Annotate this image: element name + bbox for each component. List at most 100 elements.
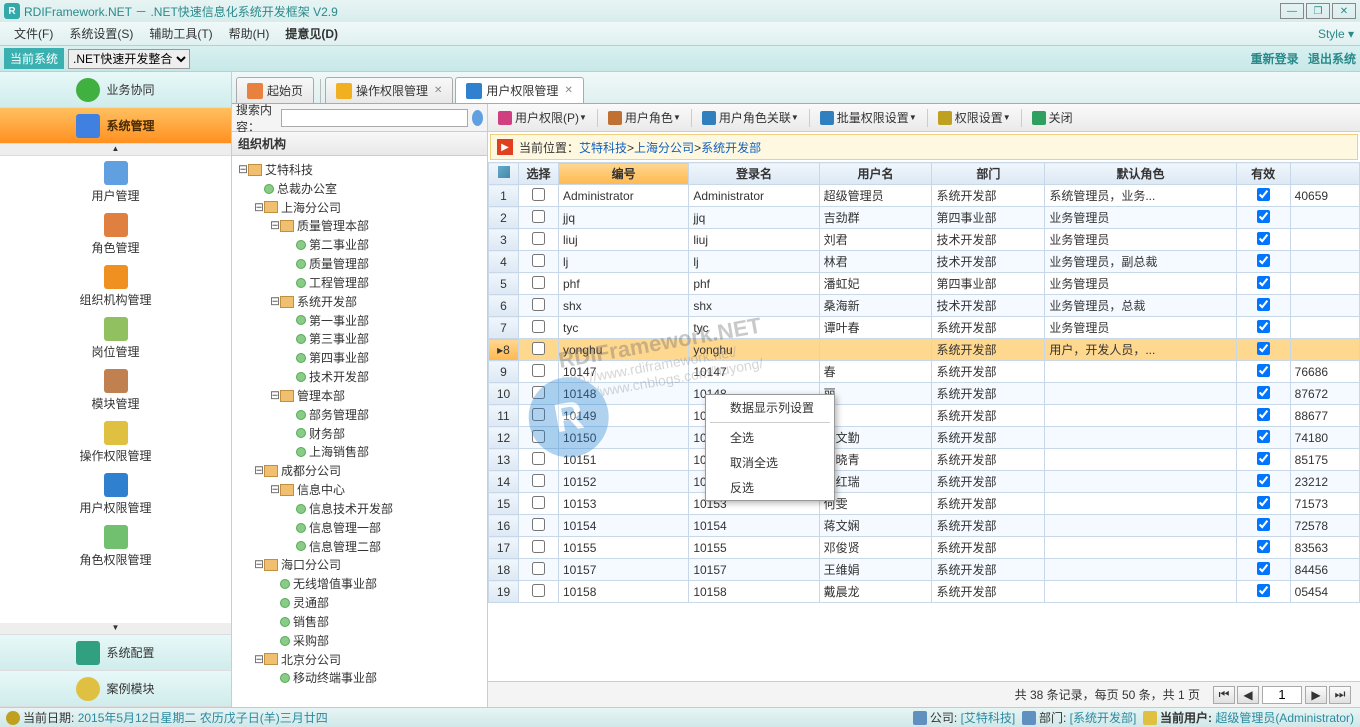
tree-toggle-icon[interactable] xyxy=(286,367,296,385)
grid-header[interactable]: 编号 xyxy=(559,163,689,185)
grid-header[interactable]: 有效 xyxy=(1236,163,1290,185)
table-row[interactable]: 14 10152 10152 李红瑞 系统开发部 23212 xyxy=(489,471,1360,493)
subnav-item[interactable]: 角色管理 xyxy=(0,208,231,260)
tree-toggle-icon[interactable] xyxy=(286,311,296,329)
table-row[interactable]: 17 10155 10155 邓俊贤 系统开发部 83563 xyxy=(489,537,1360,559)
scroll-down-icon[interactable]: ▼ xyxy=(0,623,231,635)
tab-close-icon[interactable]: ✕ xyxy=(434,85,442,96)
table-row[interactable]: 6 shx shx 桑海新 技术开发部 业务管理员，总裁 xyxy=(489,295,1360,317)
relogin-link[interactable]: 重新登录 xyxy=(1251,52,1299,66)
tree-toggle-icon[interactable] xyxy=(286,537,296,555)
row-checkbox[interactable] xyxy=(532,254,545,267)
subnav-item[interactable]: 岗位管理 xyxy=(0,312,231,364)
row-checkbox[interactable] xyxy=(532,386,545,399)
tree-node[interactable]: 采购部 xyxy=(234,631,485,650)
table-row[interactable]: 11 10149 10149 蓉 系统开发部 88677 xyxy=(489,405,1360,427)
tree-node[interactable]: 第三事业部 xyxy=(234,329,485,348)
valid-checkbox[interactable] xyxy=(1257,562,1270,575)
valid-checkbox[interactable] xyxy=(1257,430,1270,443)
valid-checkbox[interactable] xyxy=(1257,254,1270,267)
table-row[interactable]: 3 liuj liuj 刘君 技术开发部 业务管理员 xyxy=(489,229,1360,251)
valid-checkbox[interactable] xyxy=(1257,496,1270,509)
grid-header[interactable]: 登录名 xyxy=(689,163,819,185)
tree-node[interactable]: ⊟艾特科技 xyxy=(234,160,485,179)
menu-tools[interactable]: 辅助工具(T) xyxy=(141,25,220,42)
status-company[interactable]: [艾特科技] xyxy=(961,709,1016,726)
valid-checkbox[interactable] xyxy=(1257,452,1270,465)
table-row[interactable]: 15 10153 10153 何雯 系统开发部 71573 xyxy=(489,493,1360,515)
tree-node[interactable]: ⊟质量管理本部 xyxy=(234,216,485,235)
tree-toggle-icon[interactable] xyxy=(286,235,296,253)
tree-node[interactable]: 移动终端事业部 xyxy=(234,668,485,687)
nav-section-business[interactable]: 业务协同 xyxy=(0,72,231,108)
subnav-item[interactable]: 模块管理 xyxy=(0,364,231,416)
toolbar-button[interactable]: 用户角色关联 ▼ xyxy=(696,107,805,129)
grid-header[interactable] xyxy=(489,163,519,185)
tree-toggle-icon[interactable] xyxy=(286,348,296,366)
grid-header[interactable]: 部门 xyxy=(932,163,1045,185)
menu-feedback[interactable]: 提意见(D) xyxy=(277,25,346,42)
subnav-item[interactable]: 用户管理 xyxy=(0,156,231,208)
tree-node[interactable]: 第二事业部 xyxy=(234,235,485,254)
org-tree[interactable]: ⊟艾特科技 总裁办公室⊟上海分公司⊟质量管理本部 第二事业部 质量管理部 工程管… xyxy=(232,156,487,707)
table-row[interactable]: 18 10157 10157 王维娟 系统开发部 84456 xyxy=(489,559,1360,581)
tree-node[interactable]: 信息管理二部 xyxy=(234,537,485,556)
select-all-icon[interactable] xyxy=(498,166,510,178)
context-menu-item[interactable]: 数据显示列设置 xyxy=(706,395,834,420)
row-checkbox[interactable] xyxy=(532,298,545,311)
status-dept[interactable]: [系统开发部] xyxy=(1070,709,1137,726)
tree-toggle-icon[interactable] xyxy=(286,273,296,291)
tree-node[interactable]: ⊟管理本部 xyxy=(234,386,485,405)
valid-checkbox[interactable] xyxy=(1257,408,1270,421)
subnav-item[interactable]: 角色权限管理 xyxy=(0,520,231,572)
breadcrumb-link[interactable]: 系统开发部 xyxy=(701,141,761,155)
exit-link[interactable]: 退出系统 xyxy=(1308,52,1356,66)
toolbar-button[interactable]: 关闭 xyxy=(1026,107,1079,129)
row-checkbox[interactable] xyxy=(532,232,545,245)
tree-node[interactable]: ⊟系统开发部 xyxy=(234,292,485,311)
grid-header[interactable]: 用户名 xyxy=(819,163,932,185)
system-select[interactable]: .NET快速开发整合 xyxy=(68,49,190,69)
context-menu-item[interactable]: 全选 xyxy=(706,425,834,450)
grid-header[interactable] xyxy=(1290,163,1359,185)
scroll-up-icon[interactable]: ▲ xyxy=(0,144,231,156)
pager-page-input[interactable] xyxy=(1262,686,1302,704)
tree-node[interactable]: 技术开发部 xyxy=(234,367,485,386)
minimize-button[interactable]: — xyxy=(1280,3,1304,19)
tree-toggle-icon[interactable] xyxy=(270,631,280,649)
pager-first-button[interactable]: ⏮ xyxy=(1213,686,1235,704)
table-row[interactable]: 10 10148 10148 丽 系统开发部 87672 xyxy=(489,383,1360,405)
menu-help[interactable]: 帮助(H) xyxy=(221,25,278,42)
toolbar-button[interactable]: 批量权限设置 ▼ xyxy=(814,107,923,129)
tree-node[interactable]: ⊟上海分公司 xyxy=(234,198,485,217)
table-row[interactable]: ▸8 yonghu yonghu 系统开发部 用户，开发人员，... xyxy=(489,339,1360,361)
subnav-item[interactable]: 操作权限管理 xyxy=(0,416,231,468)
tree-node[interactable]: 销售部 xyxy=(234,612,485,631)
tree-node[interactable]: 第四事业部 xyxy=(234,348,485,367)
row-checkbox[interactable] xyxy=(532,342,545,355)
row-checkbox[interactable] xyxy=(532,276,545,289)
table-row[interactable]: 2 jjq jjq 吉劲群 第四事业部 业务管理员 xyxy=(489,207,1360,229)
tree-node[interactable]: ⊟成都分公司 xyxy=(234,461,485,480)
tree-toggle-icon[interactable] xyxy=(270,668,280,686)
subnav-item[interactable]: 用户权限管理 xyxy=(0,468,231,520)
grid-wrapper[interactable]: 选择编号登录名用户名部门默认角色有效 1 Administrator Admin… xyxy=(488,162,1360,681)
tree-node[interactable]: 灵通部 xyxy=(234,593,485,612)
row-checkbox[interactable] xyxy=(532,320,545,333)
row-checkbox[interactable] xyxy=(532,430,545,443)
tree-toggle-icon[interactable]: ⊟ xyxy=(254,461,264,479)
valid-checkbox[interactable] xyxy=(1257,540,1270,553)
row-checkbox[interactable] xyxy=(532,584,545,597)
tree-toggle-icon[interactable] xyxy=(286,499,296,517)
toolbar-button[interactable]: 用户角色 ▼ xyxy=(602,107,687,129)
tree-node[interactable]: ⊟海口分公司 xyxy=(234,555,485,574)
table-row[interactable]: 19 10158 10158 戴晨龙 系统开发部 05454 xyxy=(489,581,1360,603)
tree-node[interactable]: 质量管理部 xyxy=(234,254,485,273)
menu-settings[interactable]: 系统设置(S) xyxy=(61,25,141,42)
tab[interactable]: 操作权限管理✕ xyxy=(325,77,453,103)
tree-node[interactable]: 信息技术开发部 xyxy=(234,499,485,518)
row-checkbox[interactable] xyxy=(532,364,545,377)
valid-checkbox[interactable] xyxy=(1257,518,1270,531)
valid-checkbox[interactable] xyxy=(1257,364,1270,377)
row-checkbox[interactable] xyxy=(532,540,545,553)
